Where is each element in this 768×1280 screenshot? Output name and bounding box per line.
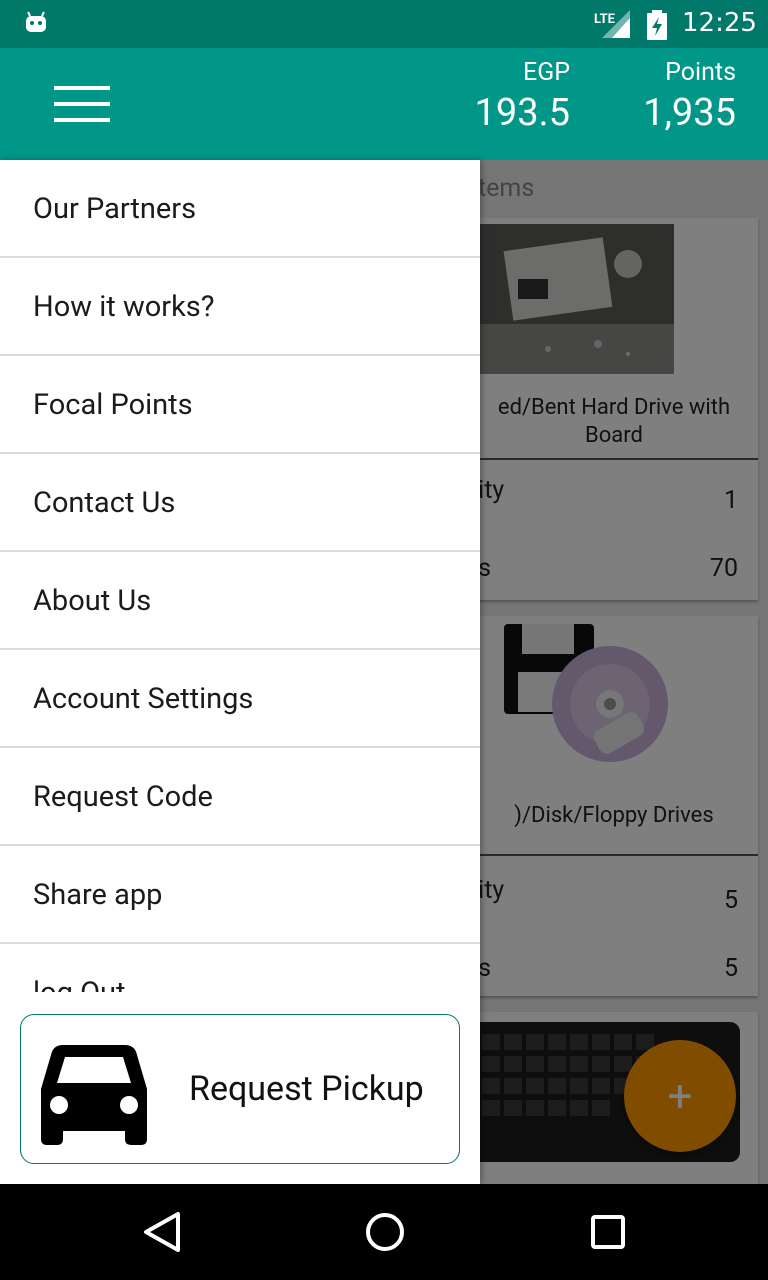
egp-label: EGP [522, 58, 570, 87]
battery-charging-icon [647, 10, 667, 40]
menu-item-contact-us[interactable]: Contact Us [0, 454, 480, 552]
car-icon [41, 1045, 147, 1145]
points-value: 1,935 [643, 91, 736, 135]
points-balance: Points 1,935 [643, 58, 736, 135]
egp-value: 193.5 [474, 91, 570, 135]
request-pickup-button[interactable]: Request Pickup [20, 1014, 460, 1164]
menu-item-focal-points[interactable]: Focal Points [0, 356, 480, 454]
signal-icon [602, 10, 630, 38]
egp-balance: EGP 193.5 [475, 58, 570, 135]
android-notification-icon [26, 11, 46, 32]
request-pickup-label: Request Pickup [189, 1069, 424, 1109]
clock: 12:25 [682, 8, 757, 38]
status-bar: LTE 12:25 [0, 0, 768, 48]
drawer-menu: Our Partners How it works? Focal Points … [0, 160, 480, 992]
menu-item-request-code[interactable]: Request Code [0, 748, 480, 846]
menu-item-about-us[interactable]: About Us [0, 552, 480, 650]
system-navigation-bar [0, 1184, 768, 1280]
recents-icon[interactable] [590, 1210, 626, 1254]
menu-icon[interactable] [54, 86, 110, 126]
points-label: Points [665, 58, 736, 87]
app-bar: EGP 193.5 Points 1,935 [0, 48, 768, 160]
menu-item-log-out[interactable]: log Out [0, 944, 480, 992]
menu-item-account-settings[interactable]: Account Settings [0, 650, 480, 748]
home-icon[interactable] [364, 1210, 406, 1254]
menu-item-our-partners[interactable]: Our Partners [0, 160, 480, 258]
back-icon[interactable] [142, 1210, 182, 1254]
navigation-drawer: Our Partners How it works? Focal Points … [0, 160, 480, 1184]
menu-item-share-app[interactable]: Share app [0, 846, 480, 944]
menu-item-how-it-works[interactable]: How it works? [0, 258, 480, 356]
